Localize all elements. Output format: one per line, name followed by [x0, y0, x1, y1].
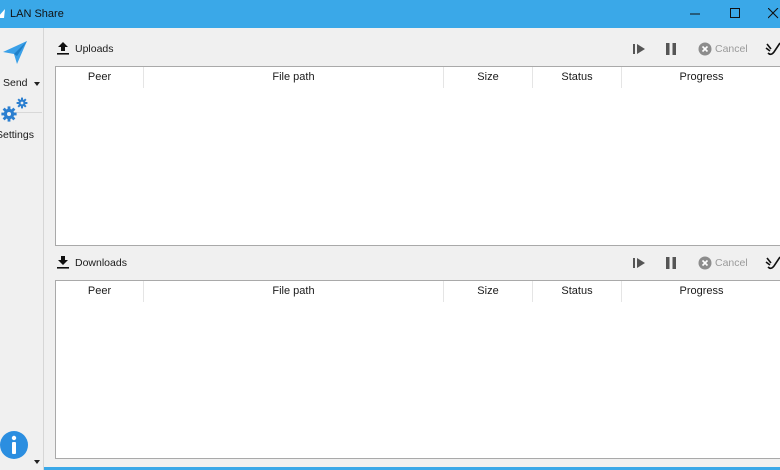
downloads-cancel-button[interactable]: Cancel: [697, 254, 757, 272]
downloads-resume-button[interactable]: [630, 254, 648, 272]
settings-label: Settings: [0, 129, 34, 141]
uploads-resume-button[interactable]: [630, 40, 648, 58]
column-header-status[interactable]: Status: [533, 281, 622, 302]
downloads-table[interactable]: Peer File path Size Status Progress: [55, 280, 780, 459]
send-button[interactable]: Send: [0, 36, 43, 89]
upload-icon: [57, 42, 69, 55]
uploads-clear-button[interactable]: [764, 40, 780, 58]
cancel-icon: [698, 256, 712, 270]
cancel-icon: [698, 42, 712, 56]
downloads-header: Downloads Cancel: [54, 252, 780, 274]
broom-icon: [765, 256, 780, 270]
uploads-cancel-label: Cancel: [715, 43, 748, 55]
settings-button[interactable]: Settings: [0, 94, 43, 144]
downloads-pause-button[interactable]: [662, 254, 680, 272]
paper-plane-icon: [3, 41, 27, 64]
downloads-cancel-label: Cancel: [715, 257, 748, 269]
download-icon: [57, 256, 69, 269]
resume-icon: [633, 258, 645, 268]
column-header-peer[interactable]: Peer: [56, 67, 144, 88]
downloads-title: Downloads: [75, 257, 127, 269]
uploads-cancel-button[interactable]: Cancel: [697, 40, 757, 58]
uploads-header: Uploads Cancel: [54, 38, 780, 60]
chevron-down-icon[interactable]: [34, 460, 40, 464]
window-title: LAN Share: [10, 8, 64, 20]
column-header-size[interactable]: Size: [444, 67, 533, 88]
send-label: Send: [3, 77, 28, 89]
minimize-icon: [690, 13, 700, 15]
uploads-table-header: Peer File path Size Status Progress: [56, 67, 780, 88]
column-header-status[interactable]: Status: [533, 67, 622, 88]
uploads-title: Uploads: [75, 43, 114, 55]
info-button[interactable]: [0, 430, 43, 468]
uploads-table[interactable]: Peer File path Size Status Progress: [55, 66, 780, 246]
gears-icon: [1, 97, 28, 122]
app-icon: [0, 9, 5, 18]
resume-icon: [633, 44, 645, 54]
maximize-icon: [730, 8, 740, 18]
chevron-down-icon[interactable]: [34, 82, 40, 86]
column-header-progress[interactable]: Progress: [622, 67, 780, 88]
uploads-pause-button[interactable]: [662, 40, 680, 58]
column-header-file-path[interactable]: File path: [144, 281, 444, 302]
column-header-peer[interactable]: Peer: [56, 281, 144, 302]
column-header-progress[interactable]: Progress: [622, 281, 780, 302]
downloads-clear-button[interactable]: [764, 254, 780, 272]
column-header-size[interactable]: Size: [444, 281, 533, 302]
column-header-file-path[interactable]: File path: [144, 67, 444, 88]
pause-icon: [666, 257, 676, 269]
minimize-button[interactable]: [674, 0, 718, 28]
pause-icon: [666, 43, 676, 55]
close-button[interactable]: [752, 0, 780, 28]
sidebar: Send Settings: [0, 28, 44, 470]
broom-icon: [765, 42, 780, 56]
info-icon: [0, 431, 28, 459]
downloads-table-header: Peer File path Size Status Progress: [56, 281, 780, 302]
close-icon: [768, 8, 779, 19]
title-bar[interactable]: LAN Share: [0, 0, 780, 28]
